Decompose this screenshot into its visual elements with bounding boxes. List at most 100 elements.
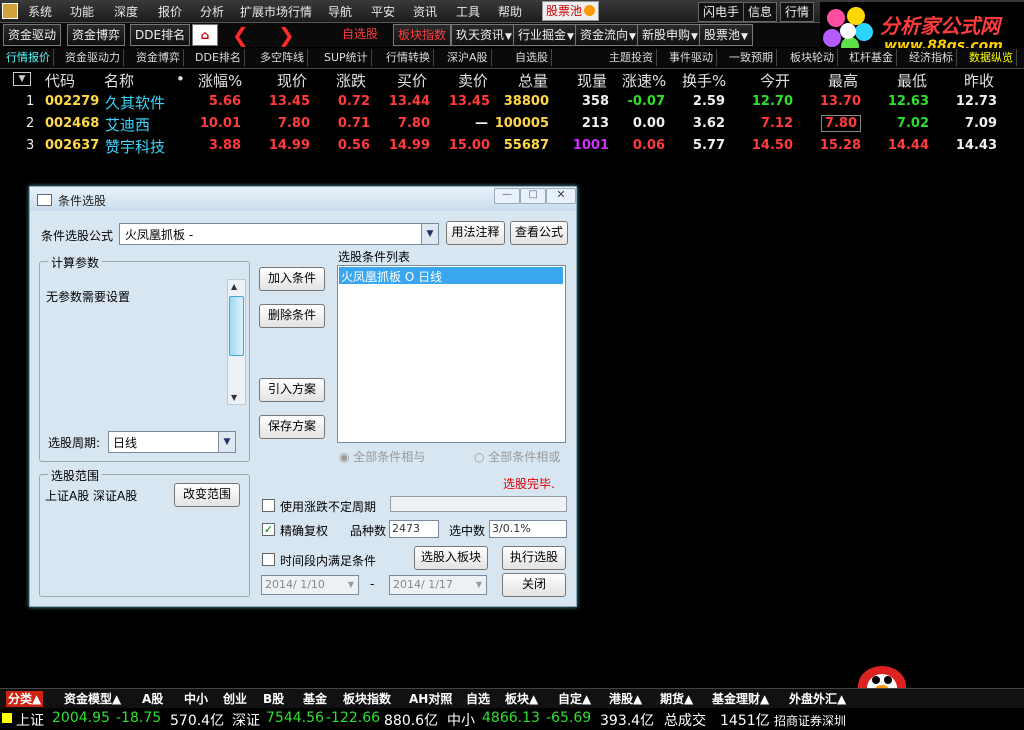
tab-theme[interactable]: 主题投资	[606, 49, 657, 66]
col-price[interactable]: 现价	[277, 70, 307, 91]
menu-tools[interactable]: 工具	[456, 3, 480, 20]
arrow-right-icon[interactable]: ❯	[278, 23, 295, 47]
add-condition-button[interactable]: 加入条件	[259, 267, 325, 291]
dialog-titlebar[interactable]: 条件选股 — □ ✕	[30, 187, 576, 211]
condition-list-item[interactable]: 火凤凰抓板 O 日线	[339, 267, 563, 284]
period-select[interactable]: 日线 ▼	[108, 431, 236, 453]
tab-quotes[interactable]: 行情报价	[3, 49, 54, 66]
btab-block-index[interactable]: 板块指数	[341, 691, 393, 707]
col-low[interactable]: 最低	[897, 70, 927, 91]
col-speed[interactable]: 涨速%	[622, 70, 666, 91]
quote-button[interactable]: 行情	[780, 2, 815, 22]
change-range-button[interactable]: 改变范围	[174, 483, 240, 507]
btab-fund-model[interactable]: 资金模型▲	[62, 691, 123, 707]
tab-event[interactable]: 事件驱动	[666, 49, 717, 66]
col-turnover[interactable]: 换手%	[682, 70, 726, 91]
date-from-picker[interactable]: 2014/ 1/10 ▼	[261, 575, 359, 595]
delete-condition-button[interactable]: 删除条件	[259, 304, 325, 328]
btab-hk[interactable]: 港股▲	[607, 691, 644, 707]
import-scheme-button[interactable]: 引入方案	[259, 378, 325, 402]
menu-system[interactable]: 系统	[28, 3, 52, 20]
uncertain-period-checkbox[interactable]	[262, 499, 275, 512]
scroll-up-icon[interactable]: ▲	[231, 282, 237, 291]
btab-block[interactable]: 板块▲	[503, 691, 540, 707]
col-ask[interactable]: 卖价	[458, 70, 488, 91]
menu-analysis[interactable]: 分析	[200, 3, 224, 20]
tab-fund-game[interactable]: 资金博弈	[133, 49, 184, 66]
btab-a-shares[interactable]: A股	[140, 691, 165, 707]
tab-block-rotation[interactable]: 板块轮动	[787, 49, 838, 66]
btab-category[interactable]: 分类▲	[6, 691, 44, 707]
tab-consensus[interactable]: 一致预期	[726, 49, 777, 66]
exact-adjust-checkbox[interactable]: ✓	[262, 523, 275, 536]
btab-my-stocks[interactable]: 自选	[464, 691, 492, 707]
tab-data-overview[interactable]: 数据纵览	[966, 49, 1017, 66]
condition-list[interactable]: 火凤凰抓板 O 日线	[337, 265, 566, 443]
toolbar-fund-drive[interactable]: 资金驱动	[3, 24, 62, 46]
period-satisfy-checkbox[interactable]	[262, 553, 275, 566]
col-code[interactable]: 代码	[45, 70, 75, 91]
close-icon[interactable]: ✕	[546, 188, 576, 204]
menu-help[interactable]: 帮助	[498, 3, 522, 20]
maximize-icon[interactable]: □	[520, 188, 546, 204]
tab-fund-drive[interactable]: 资金驱动力	[62, 49, 124, 66]
btab-b-shares[interactable]: B股	[261, 691, 286, 707]
tab-leveraged-fund[interactable]: 杠杆基金	[846, 49, 897, 66]
radio-all-or[interactable]: ○ 全部条件相或	[474, 448, 560, 465]
formula-select[interactable]: 火凤凰抓板 - ▼	[119, 223, 439, 245]
chevron-down-icon[interactable]: ▼	[344, 576, 358, 594]
btab-sme[interactable]: 中小	[182, 691, 210, 707]
usage-note-button[interactable]: 用法注释	[446, 221, 505, 245]
tab-sup[interactable]: SUP统计	[321, 49, 372, 66]
toolbar-fund-flow[interactable]: 资金流向	[575, 24, 641, 46]
params-scrollbar[interactable]: ▲ ▼	[227, 279, 246, 405]
view-formula-button[interactable]: 查看公式	[510, 221, 568, 245]
flash-trader-button[interactable]: 闪电手	[698, 2, 745, 22]
col-name[interactable]: 名称	[104, 70, 134, 91]
menu-stock-pool[interactable]: 股票池	[542, 1, 600, 21]
arrow-left-icon[interactable]: ❮	[232, 23, 249, 47]
tab-longshort[interactable]: 多空阵线	[257, 49, 308, 66]
execute-button[interactable]: 执行选股	[502, 546, 566, 570]
toolbar-my-stocks[interactable]: 自选股	[338, 24, 382, 44]
col-bid[interactable]: 买价	[397, 70, 427, 91]
btab-fund[interactable]: 基金	[301, 691, 329, 707]
close-button[interactable]: 关闭	[502, 573, 566, 597]
btab-ah[interactable]: AH对照	[407, 691, 454, 707]
menu-info[interactable]: 资讯	[413, 3, 437, 20]
toolbar-industry[interactable]: 行业掘金	[513, 24, 579, 46]
col-high[interactable]: 最高	[828, 70, 858, 91]
menu-pingan[interactable]: 平安	[371, 3, 395, 20]
to-block-button[interactable]: 选股入板块	[414, 546, 488, 570]
save-scheme-button[interactable]: 保存方案	[259, 415, 325, 439]
chevron-down-icon[interactable]: ▼	[472, 576, 486, 594]
col-prev[interactable]: 昨收	[964, 70, 994, 91]
tab-a-shares[interactable]: 深沪A股	[444, 49, 492, 66]
tab-dde[interactable]: DDE排名	[192, 49, 245, 66]
btab-custom[interactable]: 自定▲	[556, 691, 593, 707]
menu-nav[interactable]: 导航	[328, 3, 352, 20]
col-volume[interactable]: 总量	[518, 70, 548, 91]
btab-futures[interactable]: 期货▲	[658, 691, 695, 707]
menu-quote[interactable]: 报价	[158, 3, 182, 20]
tab-quote-switch[interactable]: 行情转换	[383, 49, 434, 66]
radio-all-and[interactable]: ◉ 全部条件相与	[339, 448, 425, 465]
scroll-down-icon[interactable]: ▼	[231, 393, 237, 402]
col-pct[interactable]: 涨幅%	[198, 70, 242, 91]
btab-gem[interactable]: 创业	[221, 691, 249, 707]
tab-econ[interactable]: 经济指标	[906, 49, 957, 66]
btab-foreign[interactable]: 外盘外汇▲	[787, 691, 848, 707]
chevron-down-icon[interactable]: ▼	[218, 432, 235, 452]
chevron-down-icon[interactable]: ▼	[421, 224, 438, 244]
column-menu-icon[interactable]: ▼	[13, 72, 31, 86]
scroll-thumb[interactable]	[229, 296, 244, 356]
toolbar-stock-pool[interactable]: 股票池	[699, 24, 753, 46]
menu-function[interactable]: 功能	[70, 3, 94, 20]
toolbar-fund-game[interactable]: 资金博弈	[67, 24, 126, 46]
toolbar-jiutian-news[interactable]: 玖天资讯	[451, 24, 517, 46]
toolbar-dde-rank[interactable]: DDE排名	[130, 24, 191, 46]
toolbar-ipo[interactable]: 新股申购	[637, 24, 703, 46]
col-open[interactable]: 今开	[760, 70, 790, 91]
home-icon[interactable]: ⌂	[192, 24, 218, 46]
menu-depth[interactable]: 深度	[114, 3, 138, 20]
